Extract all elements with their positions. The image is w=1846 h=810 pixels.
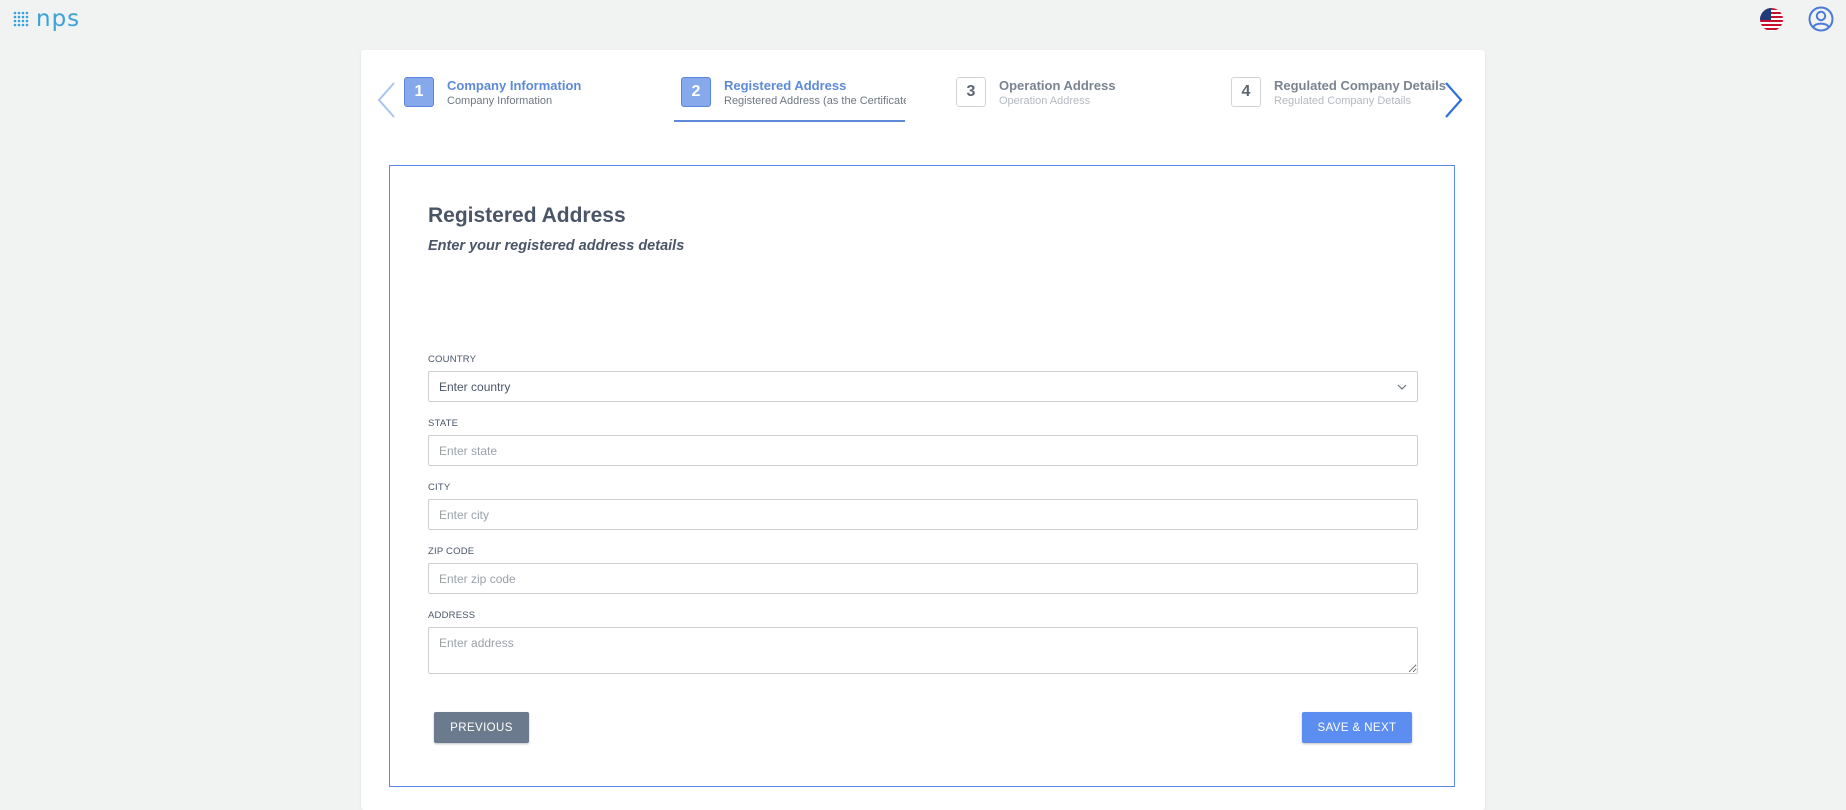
logo-icon	[13, 11, 29, 27]
step-regulated-company-details[interactable]: 4 Regulated Company Details Regulated Co…	[1231, 75, 1446, 129]
registered-address-form: Registered Address Enter your registered…	[389, 165, 1455, 787]
step-operation-address[interactable]: 3 Operation Address Operation Address	[956, 75, 1166, 129]
step-subtitle: Regulated Company Details	[1274, 95, 1411, 107]
stepper-prev-arrow[interactable]	[375, 80, 397, 120]
step-title: Regulated Company Details	[1274, 78, 1446, 93]
wizard-card: 1 Company Information Company Informatio…	[361, 50, 1485, 810]
step-subtitle: Registered Address (as the Certificate o…	[724, 95, 906, 107]
active-step-underline	[674, 120, 905, 122]
step-title: Operation Address	[999, 78, 1116, 93]
step-number: 1	[404, 77, 434, 107]
state-label: STATE	[428, 418, 459, 429]
step-number: 2	[681, 77, 711, 107]
save-and-next-button[interactable]: SAVE & NEXT	[1302, 712, 1412, 743]
address-textarea[interactable]	[428, 627, 1418, 674]
country-select-value: Enter country	[439, 379, 511, 394]
step-company-information[interactable]: 1 Company Information Company Informatio…	[404, 75, 614, 129]
address-label: ADDRESS	[428, 610, 476, 621]
step-title: Registered Address	[724, 78, 847, 93]
stepper-next-arrow[interactable]	[1443, 80, 1465, 120]
user-icon[interactable]	[1808, 6, 1834, 32]
logo[interactable]: nps	[12, 6, 81, 32]
logo-text: nps	[36, 6, 81, 32]
zip-code-input[interactable]	[428, 563, 1418, 594]
state-input[interactable]	[428, 435, 1418, 466]
chevron-left-icon	[377, 82, 395, 118]
previous-button[interactable]: PREVIOUS	[434, 712, 529, 743]
step-subtitle: Operation Address	[999, 95, 1091, 107]
chevron-down-icon	[1397, 384, 1407, 390]
chevron-right-icon	[1445, 82, 1463, 118]
form-subtitle: Enter your registered address details	[428, 238, 685, 254]
step-number: 3	[956, 77, 986, 107]
step-title: Company Information	[447, 78, 582, 93]
city-label: CITY	[428, 482, 451, 493]
country-label: COUNTRY	[428, 354, 477, 365]
us-flag-icon[interactable]	[1760, 8, 1783, 31]
city-input[interactable]	[428, 499, 1418, 530]
country-select[interactable]: Enter country	[428, 371, 1418, 402]
step-subtitle: Company Information	[447, 95, 553, 107]
top-bar: nps	[0, 0, 1846, 40]
step-number: 4	[1231, 77, 1261, 107]
form-title: Registered Address	[428, 204, 626, 227]
zip-code-label: ZIP CODE	[428, 546, 475, 557]
